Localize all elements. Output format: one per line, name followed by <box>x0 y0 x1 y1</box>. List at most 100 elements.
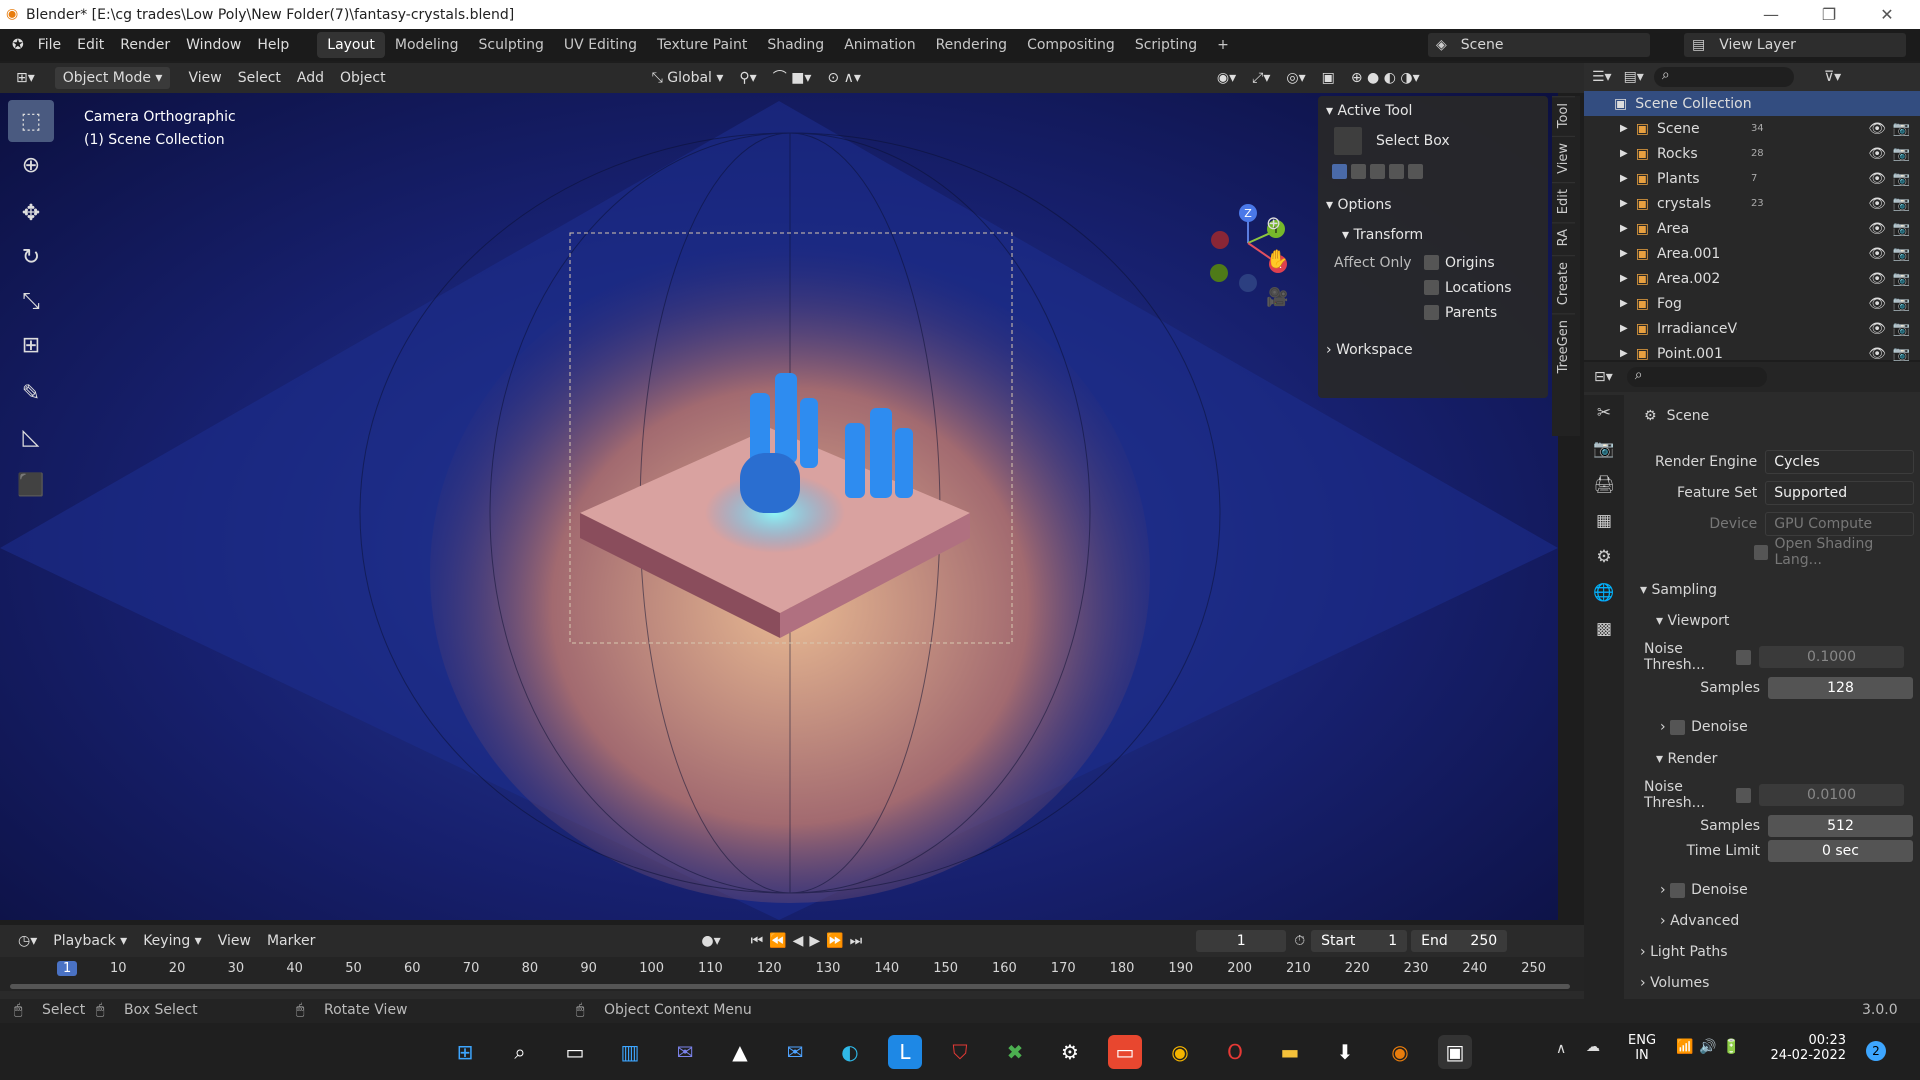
proportional-icon[interactable]: ⊙ ∧▾ <box>819 67 868 89</box>
menu-help[interactable]: Help <box>249 37 297 53</box>
close-button[interactable]: ✕ <box>1864 0 1910 29</box>
vp-noise-checkbox[interactable] <box>1736 649 1751 665</box>
notification-badge[interactable]: 2 <box>1866 1041 1886 1061</box>
clock[interactable]: 00:23 24-02-2022 <box>1770 1033 1846 1063</box>
r-noise-field[interactable]: 0.0100 <box>1759 784 1904 806</box>
time-limit-field[interactable]: 0 sec <box>1768 840 1913 862</box>
downloads-icon[interactable]: ⬇ <box>1328 1035 1362 1069</box>
render-props-icon[interactable]: 📷 <box>1584 431 1624 467</box>
chrome-icon[interactable]: ◉ <box>1163 1035 1197 1069</box>
visibility-eye-icon[interactable]: 👁 <box>1868 271 1886 287</box>
view-layer-selector[interactable]: ▤ View Layer <box>1684 33 1906 57</box>
outliner-row[interactable]: ▶ ▣ Fog 👁 📷 <box>1584 291 1920 316</box>
scale-tool-icon[interactable]: ⤡ <box>8 280 54 322</box>
app-l-icon[interactable]: L <box>888 1035 922 1069</box>
timeline-view-menu[interactable]: View <box>210 930 259 952</box>
annotate-tool-icon[interactable]: ✎ <box>8 372 54 414</box>
render-engine-dropdown[interactable]: Cycles <box>1765 450 1914 474</box>
transform-tool-icon[interactable]: ⊞ <box>8 324 54 366</box>
mail-icon[interactable]: ✉ <box>778 1035 812 1069</box>
render-camera-icon[interactable]: 📷 <box>1893 271 1910 287</box>
outliner-row-scene-collection[interactable]: ▣ Scene Collection <box>1584 91 1920 116</box>
active-tool-row[interactable]: Select Box <box>1318 126 1548 156</box>
expand-arrow-icon[interactable]: ▶ <box>1620 323 1628 334</box>
tab-layout[interactable]: Layout <box>317 32 385 58</box>
visibility-eye-icon[interactable]: 👁 <box>1868 196 1886 212</box>
expand-arrow-icon[interactable]: ▶ <box>1620 198 1628 209</box>
active-tool-header[interactable]: ▾ Active Tool <box>1318 96 1548 126</box>
record-icon[interactable]: ●▾ <box>693 930 728 952</box>
tab-compositing[interactable]: Compositing <box>1017 32 1125 58</box>
vp-samples-field[interactable]: 128 <box>1768 677 1913 699</box>
settings-gear-icon[interactable]: ⚙ <box>1053 1035 1087 1069</box>
maximize-button[interactable]: ❐ <box>1806 0 1852 29</box>
network-tray-icon[interactable]: ☁ <box>1586 1039 1600 1055</box>
visibility-eye-icon[interactable]: 👁 <box>1868 221 1886 237</box>
outliner-row[interactable]: ▶ ▣ Area 👁 📷 <box>1584 216 1920 241</box>
menu-view[interactable]: View <box>180 67 229 89</box>
outliner-row[interactable]: ▶ ▣ Rocks 28 👁 📷 <box>1584 141 1920 166</box>
opera-icon[interactable]: O <box>1218 1035 1252 1069</box>
tab-texture-paint[interactable]: Texture Paint <box>647 32 757 58</box>
outliner-row[interactable]: ▶ ▣ crystals 23 👁 📷 <box>1584 191 1920 216</box>
menu-render[interactable]: Render <box>112 37 178 53</box>
filter-icon[interactable]: ⊽▾ <box>1824 69 1841 85</box>
render-camera-icon[interactable]: 📷 <box>1893 246 1910 262</box>
task-view-icon[interactable]: ▭ <box>558 1035 592 1069</box>
visibility-eye-icon[interactable]: 👁 <box>1868 321 1886 337</box>
playback-controls[interactable]: ⏮⏪◀▶⏩⏭ <box>743 930 877 952</box>
move-tool-icon[interactable]: ✥ <box>8 192 54 234</box>
tool-props-icon[interactable]: ✂ <box>1584 395 1624 431</box>
visibility-eye-icon[interactable]: 👁 <box>1868 171 1886 187</box>
vp-denoise-row[interactable]: › Denoise <box>1660 715 1748 739</box>
gizmo-toggle-icon[interactable]: ⤢▾ <box>1244 67 1278 89</box>
expand-arrow-icon[interactable]: ▶ <box>1620 348 1628 359</box>
outliner-row[interactable]: ▶ ▣ Area.001 👁 📷 <box>1584 241 1920 266</box>
expand-arrow-icon[interactable]: ▶ <box>1620 123 1628 134</box>
light-paths-header[interactable]: › Light Paths <box>1640 940 1728 964</box>
menu-select[interactable]: Select <box>230 67 289 89</box>
render-camera-icon[interactable]: 📷 <box>1893 171 1910 187</box>
remote-app-icon[interactable]: ▣ <box>1438 1035 1472 1069</box>
add-cube-tool-icon[interactable]: ⬛ <box>8 464 54 506</box>
properties-editor-icon[interactable]: ⊟▾ <box>1594 369 1613 385</box>
expand-arrow-icon[interactable]: ▶ <box>1620 173 1628 184</box>
outliner-editor-icon[interactable]: ☰▾ <box>1592 69 1612 85</box>
menu-add[interactable]: Add <box>289 67 332 89</box>
search-icon[interactable]: ⌕ <box>503 1035 537 1069</box>
transform-header[interactable]: ▾ Transform <box>1318 220 1548 250</box>
measure-tool-icon[interactable]: ◺ <box>8 416 54 458</box>
render-camera-icon[interactable]: 📷 <box>1893 121 1910 137</box>
mode-subtract-icon[interactable] <box>1370 163 1385 179</box>
select-box-tool-icon[interactable]: ⬚ <box>8 100 54 142</box>
file-explorer-icon[interactable]: ▬ <box>1273 1035 1307 1069</box>
tab-view[interactable]: View <box>1552 136 1575 181</box>
visibility-icon[interactable]: ◉▾ <box>1209 67 1244 89</box>
visibility-eye-icon[interactable]: 👁 <box>1868 246 1886 262</box>
xray-icon[interactable]: ▣ <box>1314 67 1343 89</box>
keying-menu[interactable]: Keying ▾ <box>135 930 210 952</box>
visibility-eye-icon[interactable]: 👁 <box>1868 296 1886 312</box>
outliner-row[interactable]: ▶ ▣ Plants 7 👁 📷 <box>1584 166 1920 191</box>
overlay-icon[interactable]: ◎▾ <box>1278 67 1313 89</box>
advanced-row[interactable]: › Advanced <box>1660 909 1739 933</box>
expand-arrow-icon[interactable]: ▶ <box>1620 148 1628 159</box>
outliner-search-input[interactable]: ⌕ <box>1653 67 1794 87</box>
visibility-eye-icon[interactable]: 👁 <box>1868 346 1886 362</box>
rotate-tool-icon[interactable]: ↻ <box>8 236 54 278</box>
mode-dropdown[interactable]: Object Mode ▾ <box>54 67 171 89</box>
tab-edit[interactable]: Edit <box>1552 182 1575 221</box>
timer-icon[interactable]: ⏱ <box>1294 933 1305 949</box>
menu-file[interactable]: File <box>30 37 69 53</box>
r-denoise-row[interactable]: › Denoise <box>1660 878 1748 902</box>
shading-modes-icon[interactable]: ⊕ ● ◐ ◑▾ <box>1343 67 1428 89</box>
outliner-row[interactable]: ▶ ▣ IrradianceVolume 👁 📷 <box>1584 316 1920 341</box>
current-frame-field[interactable]: 1 <box>1196 930 1287 952</box>
edge-browser-icon[interactable]: ◐ <box>833 1035 867 1069</box>
feature-set-dropdown[interactable]: Supported <box>1765 481 1914 505</box>
render-camera-icon[interactable]: 📷 <box>1893 346 1910 362</box>
scene-selector[interactable]: ◈ Scene <box>1428 33 1650 57</box>
select-mode-buttons[interactable] <box>1318 156 1548 186</box>
add-workspace-icon[interactable]: + <box>1207 32 1239 58</box>
mode-intersect-icon[interactable] <box>1408 163 1423 179</box>
